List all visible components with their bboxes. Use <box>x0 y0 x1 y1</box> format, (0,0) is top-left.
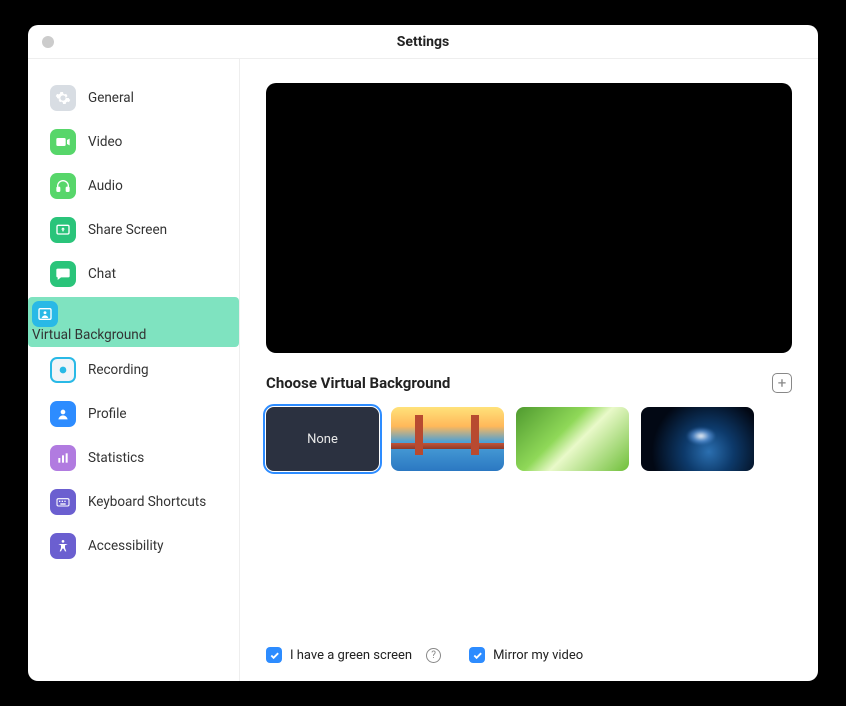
sidebar-item-chat[interactable]: Chat <box>36 253 231 295</box>
sidebar-item-label: Share Screen <box>88 222 167 238</box>
close-window-button[interactable] <box>42 36 54 48</box>
thumb-label: None <box>307 432 338 447</box>
checkbox-label: Mirror my video <box>493 648 583 663</box>
sidebar-item-recording[interactable]: Recording <box>36 349 231 391</box>
add-background-button[interactable]: + <box>772 373 792 393</box>
mirror-video-checkbox[interactable]: Mirror my video <box>469 647 583 663</box>
background-option-none[interactable]: None <box>266 407 379 471</box>
sidebar-item-label: Recording <box>88 362 149 378</box>
sidebar-item-audio[interactable]: Audio <box>36 165 231 207</box>
profile-icon <box>50 401 76 427</box>
background-option-earth[interactable] <box>641 407 754 471</box>
sidebar-item-label: Keyboard Shortcuts <box>88 494 206 510</box>
window-title: Settings <box>28 34 818 50</box>
background-option-bridge[interactable] <box>391 407 504 471</box>
help-icon[interactable]: ? <box>426 648 441 663</box>
background-thumbnails: None <box>266 407 792 471</box>
sidebar-item-label: Video <box>88 134 122 150</box>
sidebar-item-share-screen[interactable]: Share Screen <box>36 209 231 251</box>
headphones-icon <box>50 173 76 199</box>
section-title: Choose Virtual Background <box>266 374 450 392</box>
share-icon <box>50 217 76 243</box>
accessibility-icon <box>50 533 76 559</box>
sidebar-item-label: General <box>88 90 134 106</box>
stats-icon <box>50 445 76 471</box>
record-icon <box>50 357 76 383</box>
gear-icon <box>50 85 76 111</box>
sidebar-item-video[interactable]: Video <box>36 121 231 163</box>
plus-icon: + <box>778 376 787 391</box>
chat-icon <box>50 261 76 287</box>
sidebar-item-label: Accessibility <box>88 538 164 554</box>
settings-sidebar: General Video Audio Share Screen <box>28 59 240 681</box>
sidebar-item-virtual-background[interactable]: Virtual Background <box>28 297 239 347</box>
titlebar: Settings <box>28 25 818 59</box>
checkbox-label: I have a green screen <box>290 648 412 663</box>
choose-background-header: Choose Virtual Background + <box>266 373 792 393</box>
window-body: General Video Audio Share Screen <box>28 59 818 681</box>
green-screen-checkbox[interactable]: I have a green screen ? <box>266 647 441 663</box>
sidebar-item-label: Statistics <box>88 450 144 466</box>
checkbox-checked-icon <box>266 647 282 663</box>
vbg-icon <box>32 301 58 327</box>
video-preview <box>266 83 792 353</box>
sidebar-item-label: Audio <box>88 178 123 194</box>
sidebar-item-statistics[interactable]: Statistics <box>36 437 231 479</box>
checkbox-checked-icon <box>469 647 485 663</box>
keyboard-icon <box>50 489 76 515</box>
sidebar-item-general[interactable]: General <box>36 77 231 119</box>
video-icon <box>50 129 76 155</box>
virtual-background-panel: Choose Virtual Background + None <box>240 59 818 681</box>
sidebar-item-keyboard-shortcuts[interactable]: Keyboard Shortcuts <box>36 481 231 523</box>
sidebar-item-label: Chat <box>88 266 116 282</box>
background-option-grass[interactable] <box>516 407 629 471</box>
sidebar-item-accessibility[interactable]: Accessibility <box>36 525 231 567</box>
settings-window: Settings General Video Audio <box>28 25 818 681</box>
window-controls <box>42 36 54 48</box>
sidebar-item-label: Profile <box>88 406 127 422</box>
sidebar-item-profile[interactable]: Profile <box>36 393 231 435</box>
sidebar-item-label: Virtual Background <box>32 327 146 343</box>
background-options: I have a green screen ? Mirror my video <box>266 633 792 663</box>
